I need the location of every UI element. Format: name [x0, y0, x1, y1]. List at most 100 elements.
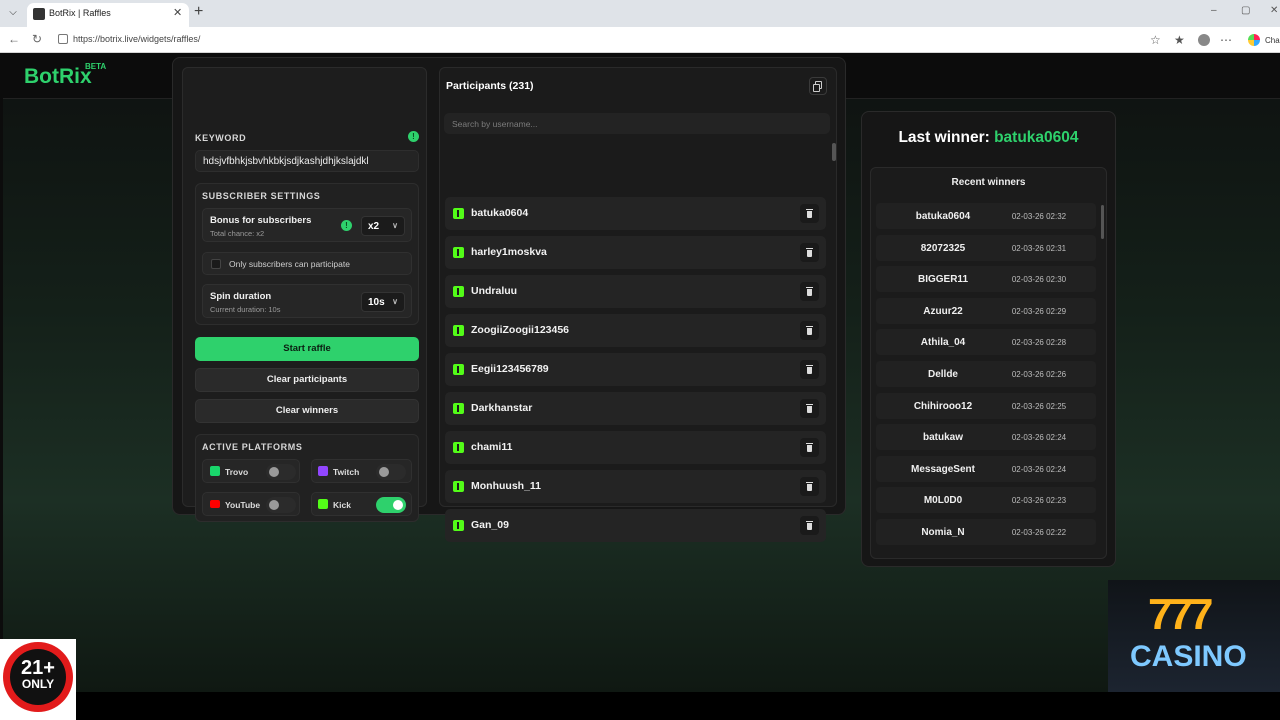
delete-participant-button[interactable] — [800, 282, 819, 301]
participant-row: ZoogiiZoogii123456 — [445, 314, 826, 347]
winner-time: 02-03-26 02:22 — [1011, 528, 1067, 537]
tab-title: BotRix | Raffles — [49, 8, 111, 18]
kick-icon — [453, 364, 464, 375]
recent-winner-row: M0L0D0 02-03-26 02:23 — [876, 487, 1096, 514]
platform-twitch: Twitch — [311, 459, 412, 483]
tab-favicon-icon — [33, 8, 45, 20]
bonus-multiplier-select[interactable]: x2 ∨ — [361, 216, 405, 236]
winner-time: 02-03-26 02:23 — [1011, 496, 1067, 506]
winner-time: 02-03-26 02:31 — [1011, 243, 1067, 253]
botrix-logo[interactable]: BotRix — [24, 65, 92, 89]
delete-participant-button[interactable] — [800, 516, 819, 535]
trash-icon — [806, 365, 813, 366]
bonus-info-icon[interactable]: ! — [341, 220, 352, 231]
winner-time: 02-03-26 02:32 — [1011, 212, 1067, 221]
beta-badge: BETA — [85, 62, 107, 71]
reload-icon[interactable]: ↻ — [32, 32, 42, 46]
restore-icon[interactable]: ▢ — [1241, 5, 1250, 16]
casino-777-logo: 777 — [1148, 590, 1213, 639]
recent-winner-row: Athila_04 02-03-26 02:28 — [876, 329, 1096, 356]
new-tab-plus-icon[interactable]: + — [194, 3, 203, 21]
minimize-icon[interactable]: – — [1211, 5, 1217, 16]
delete-participant-button[interactable] — [800, 204, 819, 223]
kick-toggle[interactable] — [376, 497, 406, 513]
kick-icon — [453, 442, 464, 453]
trash-icon — [806, 287, 813, 288]
favorite-star-icon[interactable]: ☆ — [1150, 34, 1162, 46]
winner-time: 02-03-26 02:24 — [1011, 464, 1067, 474]
clear-participants-button[interactable]: Clear participants — [195, 368, 419, 392]
spin-duration-subtitle: Current duration: 10s — [210, 305, 281, 314]
tab-list-chevron-icon[interactable]: ⌵ — [5, 5, 21, 21]
participant-search-input[interactable] — [444, 113, 830, 134]
trash-icon — [806, 443, 813, 444]
trash-icon — [806, 482, 813, 483]
kick-icon — [453, 403, 464, 414]
window-close-icon[interactable]: ✕ — [1270, 5, 1278, 16]
delete-participant-button[interactable] — [800, 243, 819, 262]
participant-name: Eegii123456789 — [471, 363, 549, 375]
participant-name: harley1moskva — [471, 246, 547, 258]
delete-participant-button[interactable] — [800, 477, 819, 496]
start-raffle-button[interactable]: Start raffle — [195, 337, 419, 361]
participant-name: Gan_09 — [471, 519, 509, 531]
more-menu-icon[interactable]: ⋯ — [1220, 34, 1232, 46]
delete-participant-button[interactable] — [800, 360, 819, 379]
participant-name: Undraluu — [471, 285, 518, 297]
recent-winner-row: BIGGER11 02-03-26 02:30 — [876, 266, 1096, 293]
trash-icon — [806, 209, 813, 210]
url-field[interactable]: https://botrix.live/widgets/raffles/ — [52, 30, 1168, 50]
chevron-down-icon: ∨ — [392, 221, 398, 230]
participants-scrollbar-thumb[interactable] — [832, 143, 836, 161]
winner-time: 02-03-26 02:30 — [1011, 275, 1067, 285]
twitch-toggle[interactable] — [376, 464, 406, 480]
favorites-icon[interactable]: ★ — [1174, 34, 1186, 46]
participant-row: Undraluu — [445, 275, 826, 308]
active-platforms-label: ACTIVE PLATFORMS — [202, 442, 303, 452]
copy-participants-button[interactable] — [809, 77, 827, 95]
youtube-toggle[interactable] — [266, 497, 296, 513]
only-subscribers-label: Only subscribers can participate — [229, 259, 350, 269]
delete-participant-button[interactable] — [800, 321, 819, 340]
winners-scrollbar-thumb[interactable] — [1101, 205, 1104, 239]
delete-participant-button[interactable] — [800, 438, 819, 457]
casino-logo-text: CASINO — [1130, 640, 1247, 673]
recent-winner-row: Azuur22 02-03-26 02:29 — [876, 297, 1096, 324]
copilot-icon[interactable] — [1248, 34, 1260, 46]
clear-winners-button[interactable]: Clear winners — [195, 399, 419, 423]
recent-winners-title: Recent winners — [951, 177, 1026, 188]
participant-row: batuka0604 — [445, 197, 826, 230]
delete-participant-button[interactable] — [800, 399, 819, 418]
twitch-icon — [318, 466, 328, 476]
keyword-info-icon[interactable]: ! — [408, 131, 419, 142]
browser-tab[interactable]: BotRix | Raffles ✕ — [27, 3, 189, 27]
only-subscribers-row[interactable]: Only subscribers can participate — [202, 252, 412, 275]
bonus-title: Bonus for subscribers — [210, 215, 312, 226]
participant-row: Monhuush_11 — [445, 470, 826, 503]
spin-duration-title: Spin duration — [210, 291, 272, 302]
kick-icon — [453, 481, 464, 492]
participant-search[interactable] — [444, 113, 830, 134]
profile-avatar-icon[interactable] — [1198, 34, 1210, 46]
age-restriction-badge: 21+ ONLY — [0, 639, 76, 720]
recent-winner-row: batuka0604 02-03-26 02:32 — [876, 203, 1096, 229]
participant-row: Eegii123456789 — [445, 353, 826, 386]
tab-close-icon[interactable]: ✕ — [173, 6, 182, 19]
spin-duration-select[interactable]: 10s ∨ — [361, 292, 405, 312]
winner-time: 02-03-26 02:26 — [1011, 370, 1067, 379]
participant-row: Gan_09 — [445, 509, 826, 542]
participant-name: chami11 — [471, 441, 513, 453]
recent-winner-row: 82072325 02-03-26 02:31 — [876, 234, 1096, 261]
trovo-toggle[interactable] — [266, 464, 296, 480]
bonus-subtitle: Total chance: x2 — [210, 229, 265, 238]
platform-kick: Kick — [311, 492, 412, 516]
site-info-icon[interactable] — [58, 34, 68, 44]
only-subscribers-checkbox[interactable] — [211, 259, 221, 269]
youtube-icon — [210, 500, 220, 508]
winner-time: 02-03-26 02:25 — [1011, 401, 1067, 411]
back-arrow-icon[interactable]: ← — [8, 32, 20, 46]
casino-overlay: 777 CASINO — [1108, 580, 1280, 692]
keyword-input[interactable]: hdsjvfbhkjsbvhkbkjsdjkashjdhjkslajdkl — [195, 150, 419, 172]
last-winner-name: batuka0604 — [994, 129, 1079, 146]
recent-winner-row: batukaw 02-03-26 02:24 — [876, 424, 1096, 451]
